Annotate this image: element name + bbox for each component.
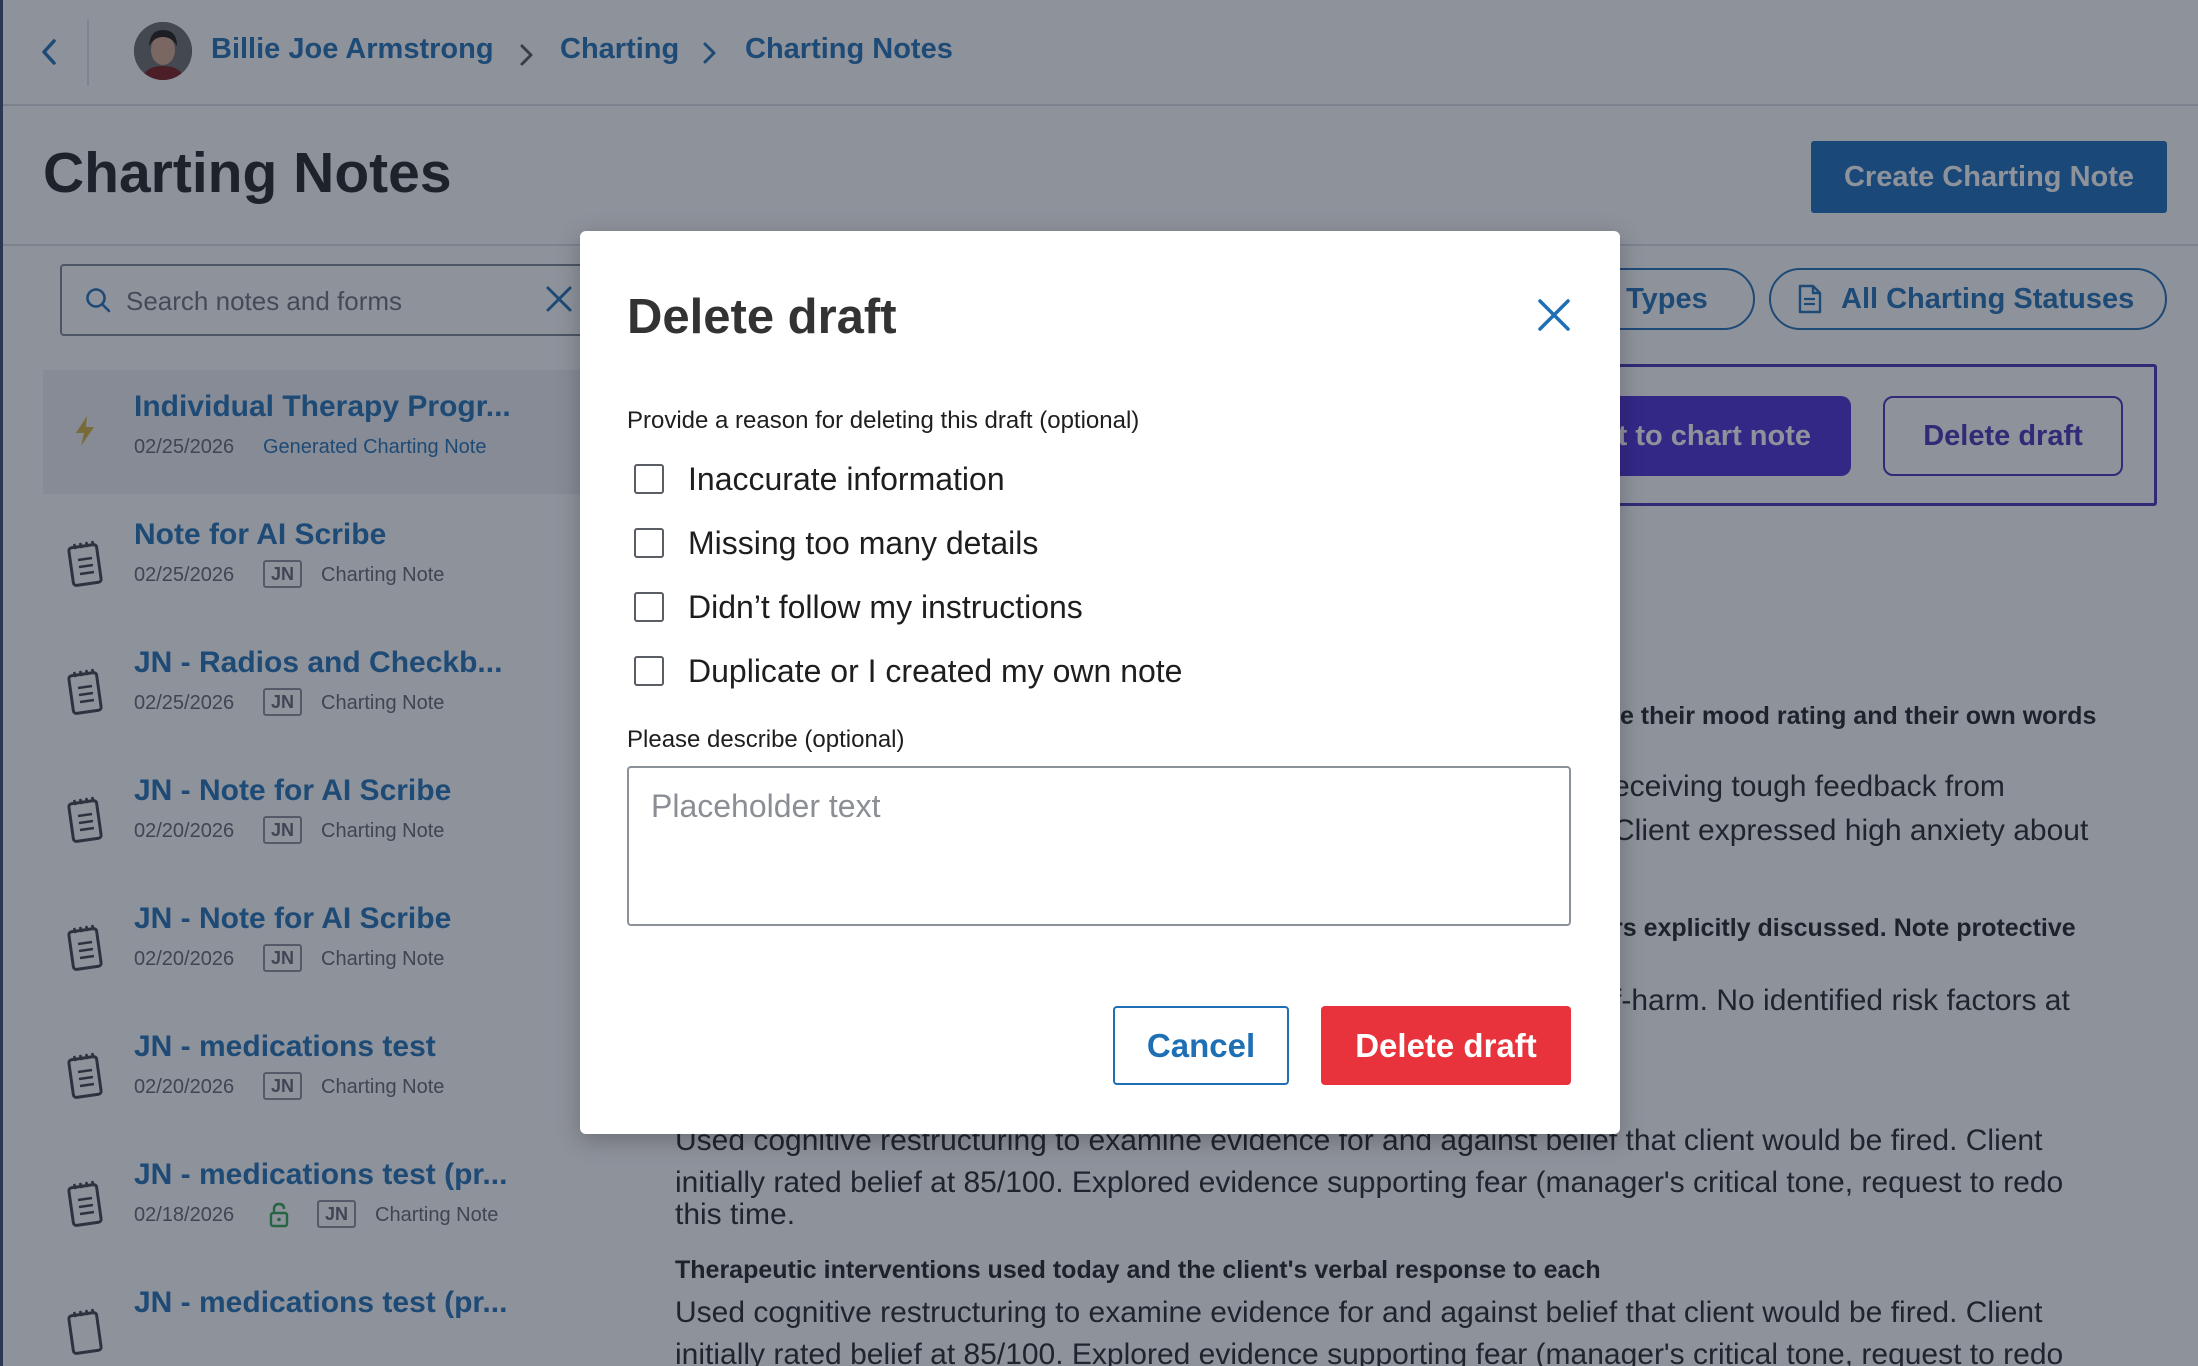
reason-option[interactable]: Duplicate or I created my own note [634,651,1182,691]
reason-label: Duplicate or I created my own note [688,652,1183,689]
reason-option[interactable]: Missing too many details [634,523,1038,563]
dialog-title: Delete draft [627,290,897,344]
delete-draft-dialog: Delete draft Provide a reason for deleti… [580,231,1620,1134]
reason-label: Inaccurate information [688,460,1005,497]
checkbox[interactable] [634,464,664,494]
close-icon[interactable] [1532,293,1576,337]
reason-label: Didn’t follow my instructions [688,588,1083,625]
checkbox[interactable] [634,656,664,686]
reason-label: Missing too many details [688,524,1039,561]
reason-option[interactable]: Didn’t follow my instructions [634,587,1083,627]
describe-label: Please describe (optional) [627,726,905,753]
checkbox[interactable] [634,592,664,622]
describe-textarea[interactable] [627,766,1571,926]
cancel-button[interactable]: Cancel [1113,1006,1289,1085]
delete-draft-button[interactable]: Delete draft [1321,1006,1571,1085]
reason-prompt: Provide a reason for deleting this draft… [627,407,1140,434]
reason-option[interactable]: Inaccurate information [634,459,1005,499]
checkbox[interactable] [634,528,664,558]
